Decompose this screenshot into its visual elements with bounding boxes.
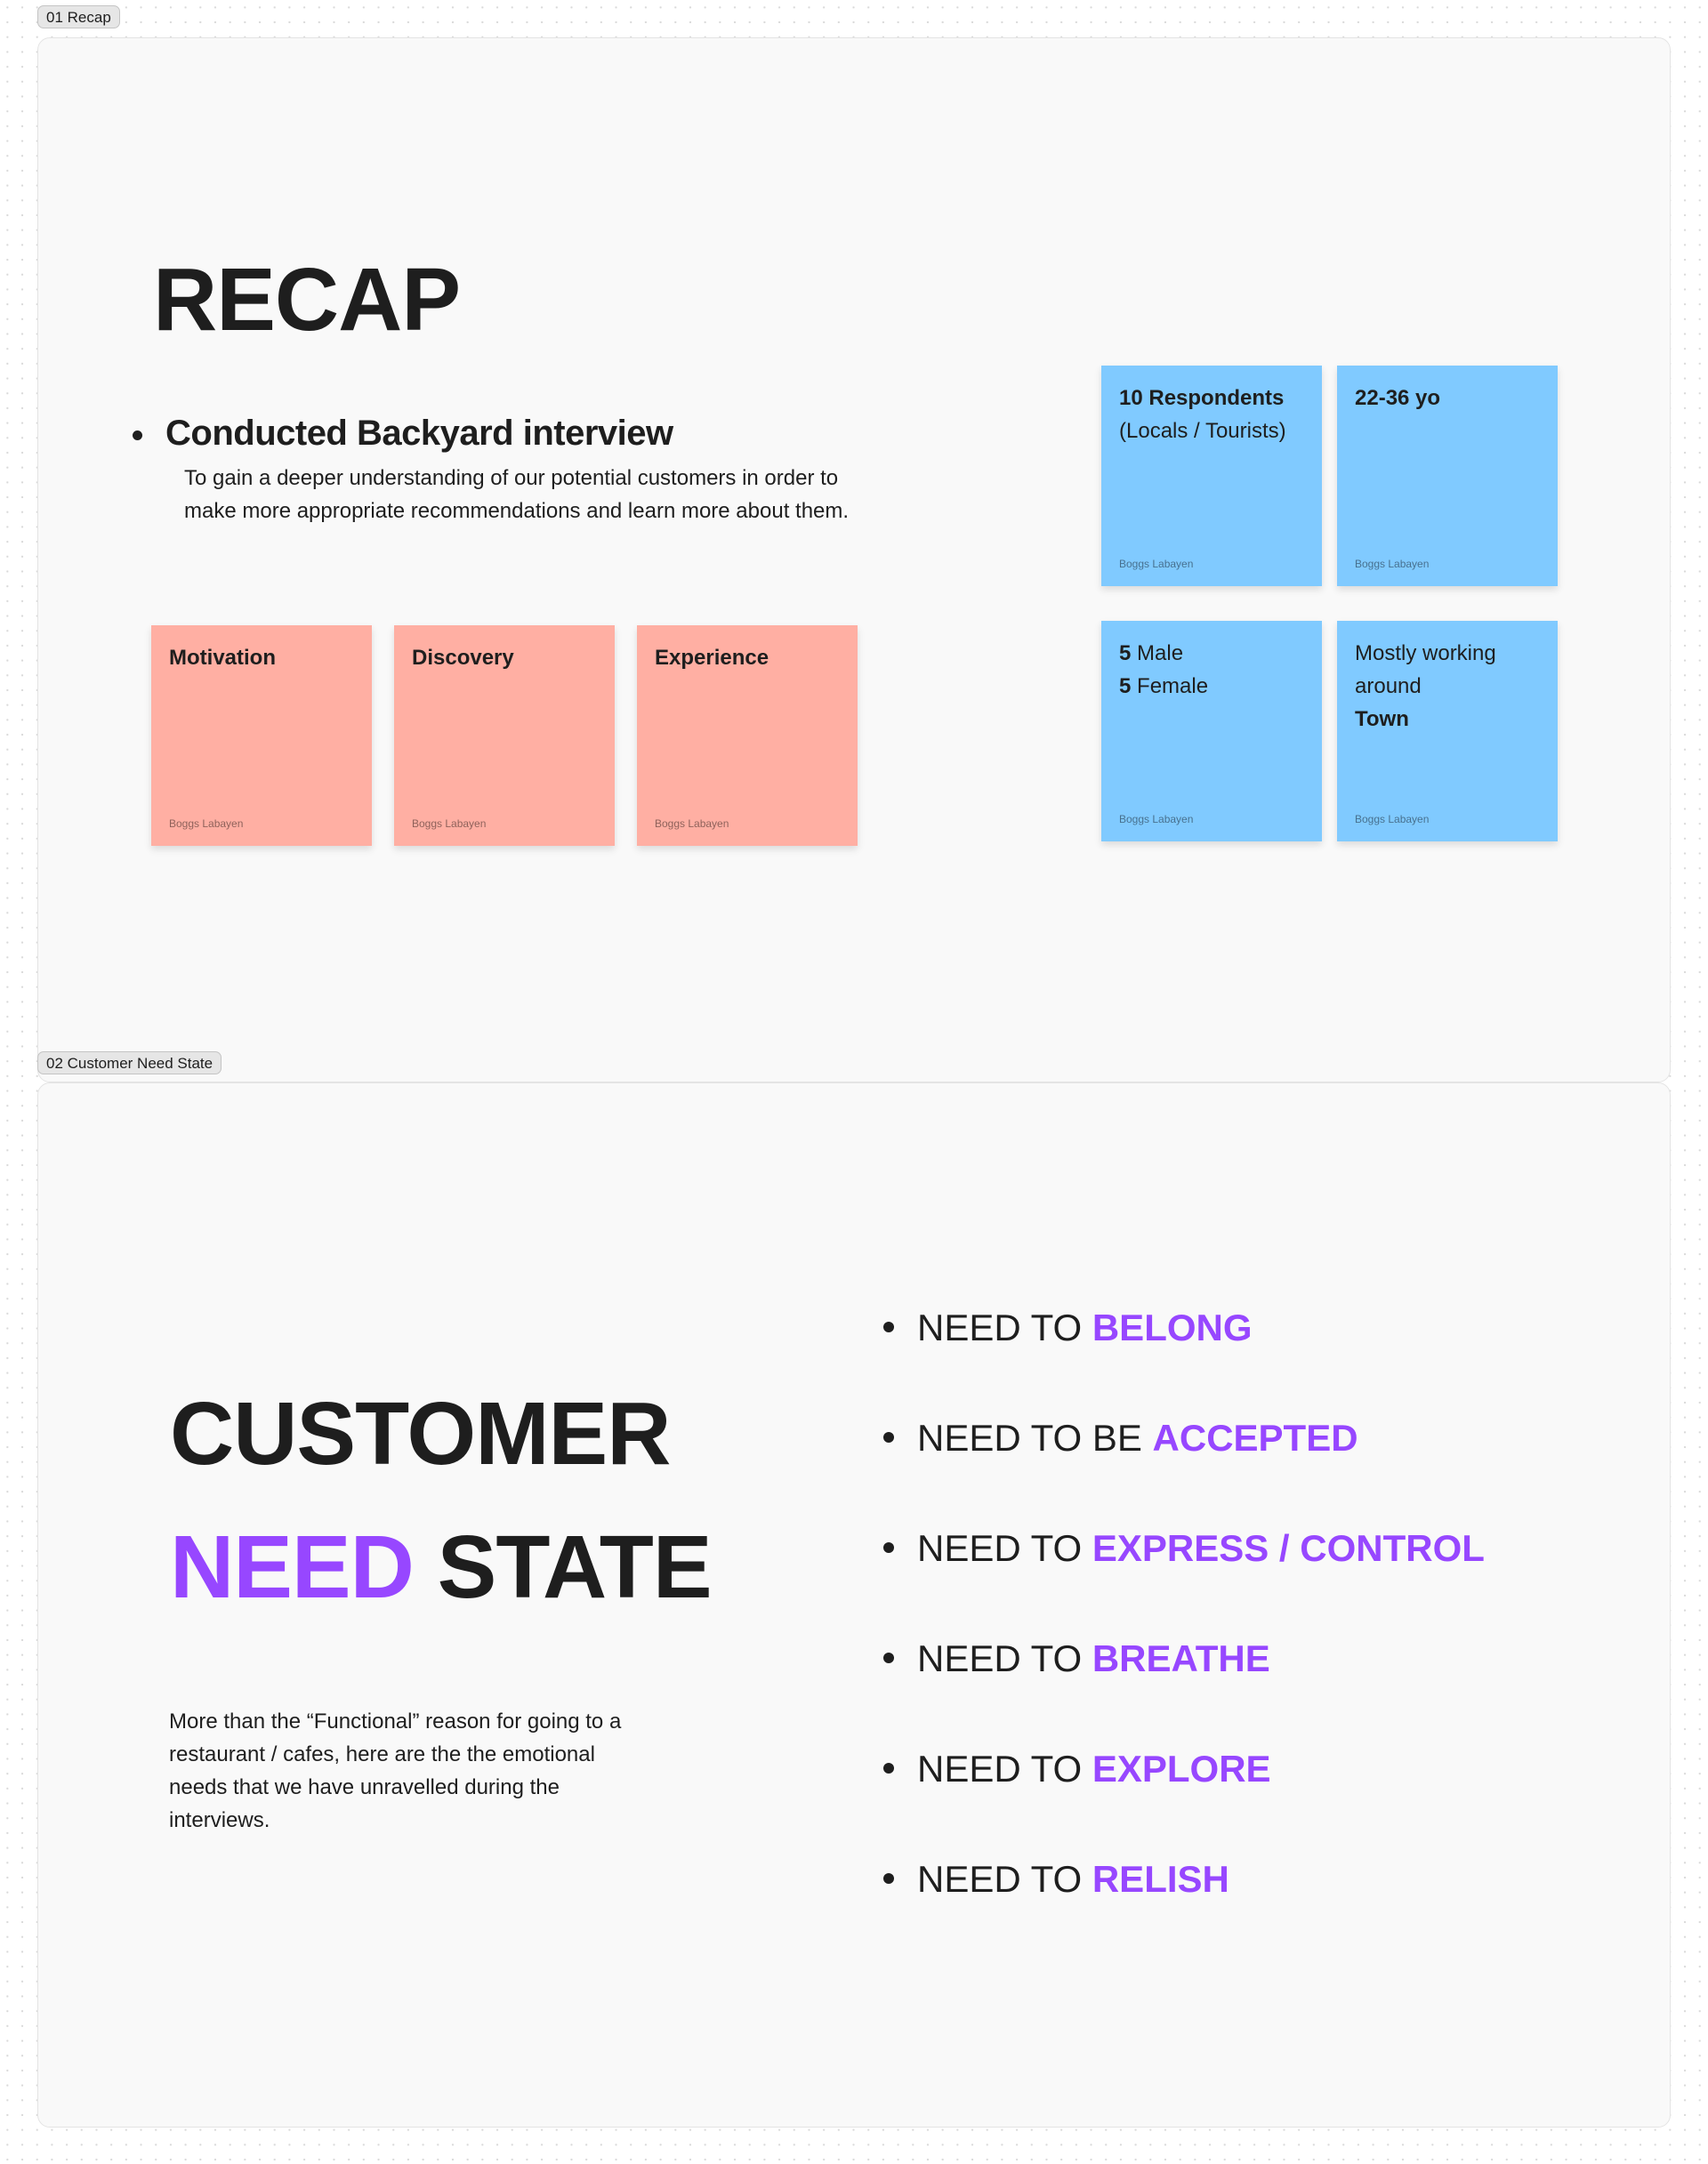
description-line: More than the “Functional” reason for go… [169, 1709, 622, 1734]
description-line: interviews. [169, 1808, 270, 1832]
need-accent: ACCEPTED [1152, 1417, 1358, 1459]
bullet-body-line: To gain a deeper understanding of our po… [184, 466, 839, 490]
customer-title: CUSTOMER [170, 1384, 671, 1484]
sticky-title: Discovery [412, 646, 514, 670]
sticky-note-experience[interactable]: Experience Boggs Labayen [637, 625, 858, 846]
need-prefix: NEED TO [917, 1748, 1092, 1790]
sticky-line: 22-36 yo [1355, 386, 1441, 410]
sticky-line: around [1355, 674, 1422, 698]
need-item-belong: NEED TO BELONG [881, 1306, 1253, 1350]
sticky-note-gender[interactable]: 5 Male 5 Female Boggs Labayen [1101, 621, 1322, 841]
label: Female [1131, 674, 1209, 698]
bullet-dot [883, 1431, 894, 1443]
bullet-heading: Conducted Backyard interview [165, 414, 673, 453]
sticky-text: Mostly working around Town [1355, 637, 1540, 736]
sticky-note-discovery[interactable]: Discovery Boggs Labayen [394, 625, 615, 846]
label: Male [1131, 641, 1184, 665]
need-item-accepted: NEED TO BE ACCEPTED [881, 1416, 1358, 1460]
frame-label-recap[interactable]: 01 Recap [37, 5, 120, 28]
sticky-line: Town [1355, 707, 1409, 731]
sticky-author: Boggs Labayen [412, 817, 487, 830]
sticky-line: 5 Female [1119, 670, 1304, 703]
bullet-dot [133, 430, 142, 440]
sticky-author: Boggs Labayen [1119, 558, 1194, 570]
sticky-title: Motivation [169, 646, 276, 670]
bullet-dot [883, 1541, 894, 1553]
sticky-line: 10 Respondents [1119, 386, 1285, 410]
count: 5 [1119, 674, 1132, 698]
need-accent: BELONG [1092, 1307, 1253, 1348]
description-line: needs that we have unravelled during the [169, 1775, 560, 1799]
sticky-author: Boggs Labayen [1355, 813, 1430, 825]
bullet-dot [883, 1652, 894, 1663]
count: 5 [1119, 641, 1132, 665]
sticky-author: Boggs Labayen [1119, 813, 1194, 825]
bullet-dot [883, 1321, 894, 1332]
need-item-express-control: NEED TO EXPRESS / CONTROL [881, 1526, 1485, 1571]
state-word: STATE [437, 1517, 713, 1617]
sticky-text: 22-36 yo [1355, 382, 1540, 414]
sticky-note-respondents[interactable]: 10 Respondents (Locals / Tourists) Boggs… [1101, 366, 1322, 586]
bullet-dot [883, 1762, 894, 1774]
need-item-explore: NEED TO EXPLORE [881, 1747, 1271, 1791]
sticky-text: 10 Respondents (Locals / Tourists) [1119, 382, 1304, 447]
need-prefix: NEED TO [917, 1307, 1092, 1348]
need-accent: EXPRESS / CONTROL [1092, 1527, 1485, 1569]
sticky-title: Experience [655, 646, 769, 670]
sticky-line: (Locals / Tourists) [1119, 419, 1286, 443]
sticky-note-age[interactable]: 22-36 yo Boggs Labayen [1337, 366, 1558, 586]
need-prefix: NEED TO [917, 1637, 1092, 1679]
need-prefix: NEED TO [917, 1858, 1092, 1900]
sticky-author: Boggs Labayen [655, 817, 729, 830]
need-accent: RELISH [1092, 1858, 1229, 1900]
bullet-dot [883, 1872, 894, 1884]
need-prefix: NEED TO [917, 1527, 1092, 1569]
need-state-title: NEED STATE [170, 1523, 713, 1612]
sticky-text: 5 Male 5 Female [1119, 637, 1304, 703]
sticky-line: Mostly working [1355, 641, 1496, 665]
sticky-author: Boggs Labayen [1355, 558, 1430, 570]
sticky-note-location[interactable]: Mostly working around Town Boggs Labayen [1337, 621, 1558, 841]
bullet-body: To gain a deeper understanding of our po… [184, 462, 849, 527]
sticky-note-motivation[interactable]: Motivation Boggs Labayen [151, 625, 372, 846]
description-line: restaurant / cafes, here are the the emo… [169, 1742, 595, 1766]
bullet-body-line: make more appropriate recommendations an… [184, 499, 850, 523]
sticky-line: 5 Male [1119, 637, 1304, 670]
need-item-breathe: NEED TO BREATHE [881, 1637, 1270, 1681]
need-accent-word: NEED [170, 1517, 415, 1617]
need-accent: BREATHE [1092, 1637, 1270, 1679]
need-prefix: NEED TO BE [917, 1417, 1153, 1459]
recap-title: RECAP [153, 250, 461, 350]
sticky-author: Boggs Labayen [169, 817, 244, 830]
frame-label-customer-need-state[interactable]: 02 Customer Need State [37, 1051, 222, 1074]
need-accent: EXPLORE [1092, 1748, 1271, 1790]
description: More than the “Functional” reason for go… [169, 1705, 621, 1837]
need-item-relish: NEED TO RELISH [881, 1857, 1229, 1902]
